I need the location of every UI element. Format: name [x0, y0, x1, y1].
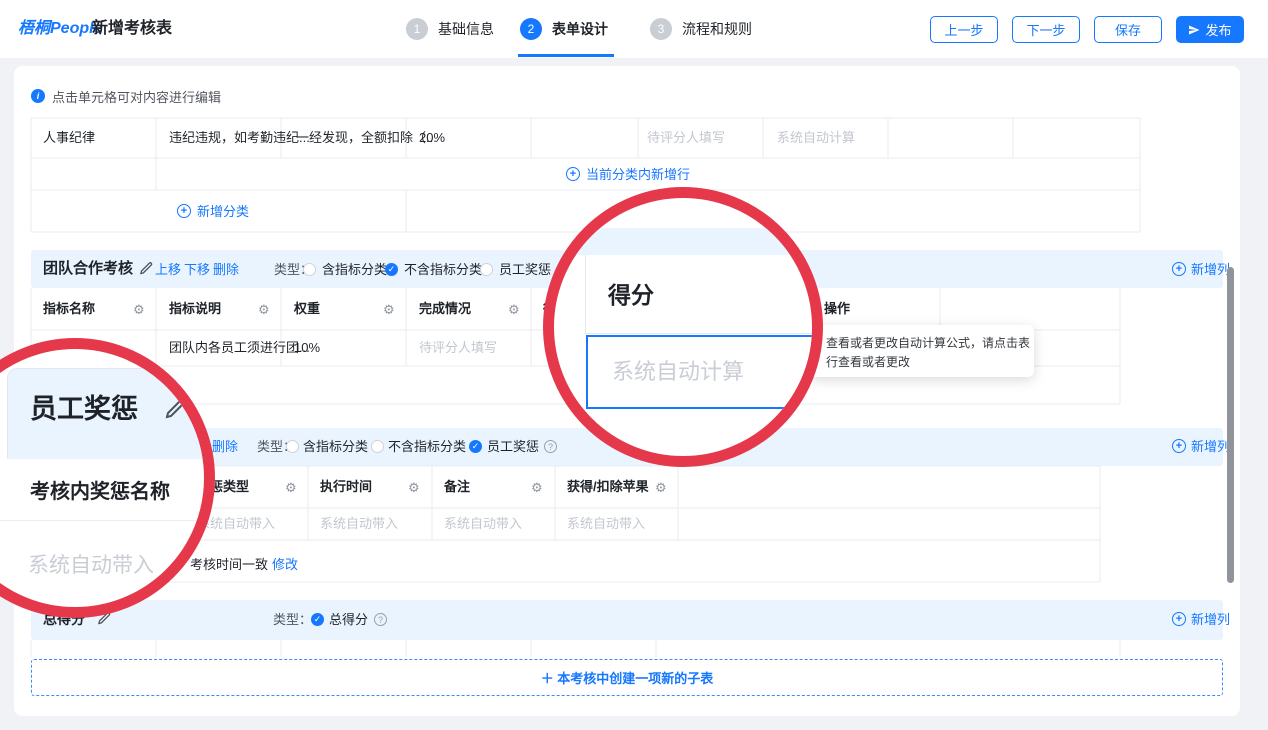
type-label: 类型：: [273, 613, 312, 626]
move-down-link[interactable]: 下移: [184, 263, 210, 276]
plus-circle-icon: [1172, 612, 1186, 626]
radio-with-indicator-label[interactable]: 含指标分类: [303, 440, 368, 453]
gear-icon[interactable]: [655, 480, 667, 496]
modify-link[interactable]: 修改: [272, 558, 298, 571]
cell-team-weight[interactable]: 10%: [294, 341, 320, 354]
plus-circle-icon: [566, 167, 580, 181]
radio-with-indicator[interactable]: [286, 440, 299, 453]
radio-without-indicator-checked[interactable]: [385, 263, 398, 276]
magnified-cell-border: [585, 255, 586, 333]
cell-rule-desc[interactable]: 一经发现，全额扣除（...: [296, 131, 437, 144]
cell-category-name[interactable]: 人事纪律: [43, 131, 95, 144]
cell-status-placeholder[interactable]: 待评分人填写: [647, 131, 725, 144]
screen: 梧桐People 新增考核表 1 基础信息 2 表单设计 3 流程和规则 上一步…: [0, 0, 1268, 730]
add-row-in-category-link[interactable]: 当前分类内新增行: [586, 168, 690, 181]
radio-reward-label[interactable]: 员工奖惩: [487, 440, 539, 453]
gear-icon[interactable]: [133, 302, 145, 318]
move-up-link[interactable]: 上移: [155, 263, 181, 276]
radio-reward-label[interactable]: 员工奖惩: [499, 263, 551, 276]
add-column-link[interactable]: 新增列: [1191, 440, 1230, 453]
cell-indicator-desc[interactable]: 违纪违规，如考勤违纪...: [169, 131, 310, 144]
magnified-reward-header: 考核内奖惩名称: [30, 482, 170, 502]
help-icon[interactable]: [374, 613, 387, 626]
team-section-title: 团队合作考核: [43, 261, 133, 276]
vertical-scrollbar[interactable]: [1227, 267, 1234, 583]
magnified-reward-title: 员工奖惩: [30, 396, 138, 423]
magnified-band-strip: [543, 228, 823, 255]
plus-circle-icon: [1172, 262, 1186, 276]
formula-tooltip: 查看或者更改自动计算公式，请点击表 行查看或者更改: [810, 325, 1034, 377]
col-header-weight: 权重: [294, 302, 320, 315]
magnified-cell-border: [585, 333, 823, 334]
radio-reward-checked[interactable]: [469, 440, 482, 453]
gear-icon[interactable]: [408, 480, 420, 496]
tooltip-line-2: 行查看或者更改: [826, 356, 910, 368]
gear-icon[interactable]: [258, 302, 270, 318]
edit-hint-text: 点击单元格可对内容进行编辑: [52, 91, 221, 104]
radio-with-indicator-label[interactable]: 含指标分类: [322, 263, 387, 276]
col-header-exec-time: 执行时间: [320, 480, 372, 493]
plus-circle-icon: [1172, 439, 1186, 453]
gear-icon[interactable]: [531, 480, 543, 496]
radio-total-label[interactable]: 总得分: [329, 613, 368, 626]
magnifier-right: 得分 系统自动计算: [543, 187, 823, 467]
magnified-reward-placeholder: 系统自动带入: [28, 555, 154, 576]
radio-total-checked[interactable]: [311, 613, 324, 626]
magnified-focused-cell: 系统自动计算: [586, 335, 823, 409]
col-header-indicator-name: 指标名称: [43, 302, 95, 315]
magnified-score-header: 得分: [608, 284, 654, 307]
cell-team-desc[interactable]: 团队内各员工须进行团...: [169, 341, 310, 354]
col-header-indicator-desc: 指标说明: [169, 302, 221, 315]
magnified-score-placeholder: 系统自动计算: [612, 361, 744, 383]
cell-auto-fill-placeholder[interactable]: 系统自动带入: [567, 517, 645, 530]
add-category-link[interactable]: 新增分类: [197, 205, 249, 218]
delete-link[interactable]: 删除: [212, 440, 238, 453]
plus-circle-icon: [177, 204, 191, 218]
reward-time-note: 考核时间一致: [190, 558, 268, 571]
gear-icon[interactable]: [383, 302, 395, 318]
add-column-link[interactable]: 新增列: [1191, 613, 1230, 626]
cell-weight[interactable]: 20%: [419, 131, 445, 144]
cell-auto-fill-placeholder[interactable]: 系统自动带入: [320, 517, 398, 530]
radio-without-indicator-label[interactable]: 不含指标分类: [404, 263, 482, 276]
radio-without-indicator[interactable]: [371, 440, 384, 453]
radio-with-indicator[interactable]: [303, 263, 316, 276]
col-header-status: 完成情况: [419, 302, 471, 315]
magnified-cell-border: [0, 520, 208, 521]
edit-pencil-icon[interactable]: [139, 261, 154, 280]
cell-score-placeholder[interactable]: 系统自动计算: [777, 131, 855, 144]
delete-link[interactable]: 删除: [213, 263, 239, 276]
cell-auto-fill-placeholder[interactable]: 系统自动带入: [444, 517, 522, 530]
add-column-link[interactable]: 新增列: [1191, 263, 1230, 276]
gear-icon[interactable]: [508, 302, 520, 318]
edit-pencil-icon: [164, 397, 188, 425]
help-icon[interactable]: [544, 440, 557, 453]
col-header-note: 备注: [444, 480, 470, 493]
col-header-apples: 获得/扣除苹果: [567, 480, 649, 493]
tooltip-line-1: 查看或者更改自动计算公式，请点击表: [826, 337, 1030, 349]
gear-icon[interactable]: [285, 480, 297, 496]
radio-without-indicator-label[interactable]: 不含指标分类: [388, 440, 466, 453]
col-header-actions: 操作: [824, 302, 850, 315]
cell-team-status-placeholder[interactable]: 待评分人填写: [419, 341, 497, 354]
radio-reward[interactable]: [480, 263, 493, 276]
